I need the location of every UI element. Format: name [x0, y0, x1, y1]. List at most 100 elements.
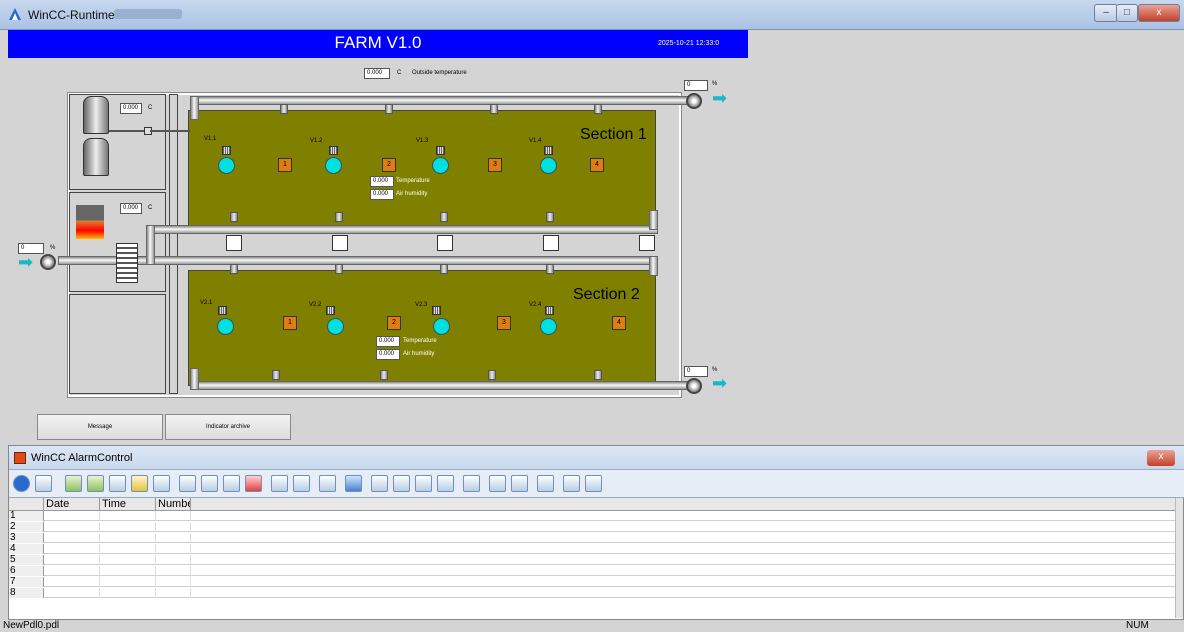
config-dialog-icon[interactable]	[35, 475, 52, 492]
help-icon[interactable]	[13, 475, 30, 492]
valve-label: V1.1	[204, 136, 217, 142]
single-ack-icon[interactable]	[179, 475, 196, 492]
tank-pipe	[150, 130, 190, 132]
mid-pipe-upper	[146, 225, 658, 234]
valve-icon[interactable]	[218, 306, 227, 315]
long-term-archive-icon[interactable]	[109, 475, 126, 492]
lock-icon[interactable]	[537, 475, 554, 492]
zone-number[interactable]: 2	[387, 316, 401, 330]
close-button[interactable]: x	[1138, 4, 1180, 22]
zone-number[interactable]: 3	[488, 158, 502, 172]
message-list-icon[interactable]	[65, 475, 82, 492]
damper-3[interactable]	[437, 235, 453, 251]
zone-number[interactable]: 2	[382, 158, 396, 172]
comment-icon[interactable]	[489, 475, 506, 492]
table-row[interactable]: 4	[9, 544, 1177, 554]
section-1-temperature-field[interactable]: 0.000	[370, 176, 394, 187]
short-term-archive-icon[interactable]	[87, 475, 104, 492]
message-button[interactable]: Message	[37, 414, 163, 440]
valve-icon[interactable]	[326, 306, 335, 315]
valve-icon[interactable]	[329, 146, 338, 155]
section-2-temperature-field[interactable]: 0.000	[376, 336, 400, 347]
pipe-stub	[385, 104, 393, 114]
sprinkler-lamp	[432, 157, 449, 174]
section-2-temperature-label: Temperature	[403, 338, 437, 344]
outside-temp-field[interactable]: 0.000	[364, 68, 390, 79]
loop-in-alarm-icon[interactable]	[511, 475, 528, 492]
table-row[interactable]: 8	[9, 588, 1177, 598]
last-message-icon[interactable]	[437, 475, 454, 492]
vertical-scrollbar[interactable]	[1175, 498, 1183, 618]
alarm-title: WinCC AlarmControl	[31, 452, 133, 464]
display-options-icon[interactable]	[293, 475, 310, 492]
zone-number[interactable]: 1	[278, 158, 292, 172]
lock-list-icon[interactable]	[131, 475, 148, 492]
print-icon[interactable]	[319, 475, 336, 492]
valve-icon[interactable]	[432, 306, 441, 315]
valve-icon[interactable]	[436, 146, 445, 155]
valve-icon[interactable]	[222, 146, 231, 155]
damper-2[interactable]	[332, 235, 348, 251]
pipe-riser	[190, 96, 199, 120]
zone-number[interactable]: 1	[283, 316, 297, 330]
column-header-blank	[191, 498, 1177, 511]
damper-4[interactable]	[543, 235, 559, 251]
table-row[interactable]: 6	[9, 566, 1177, 576]
status-num-lock: NUM	[1126, 620, 1149, 631]
valve-label: V2.4	[529, 302, 542, 308]
exhaust-fan-1-field[interactable]: 0	[684, 80, 708, 91]
table-row[interactable]: 3	[9, 533, 1177, 543]
sort-icon[interactable]	[345, 475, 362, 492]
next-message-icon[interactable]	[415, 475, 432, 492]
inlet-fan-icon[interactable]	[40, 254, 56, 270]
heater-temp-field[interactable]: 0.000	[120, 203, 142, 214]
column-header-date[interactable]: Date	[44, 498, 100, 511]
emergency-ack-icon[interactable]	[245, 475, 262, 492]
damper-5[interactable]	[639, 235, 655, 251]
exhaust-fan-2-icon[interactable]	[686, 378, 702, 394]
section-2-humidity-field[interactable]: 0.000	[376, 349, 400, 360]
maximize-button[interactable]: □	[1116, 4, 1138, 22]
row-number: 2	[9, 522, 44, 532]
section-1-humidity-field[interactable]: 0.000	[370, 189, 394, 200]
damper-1[interactable]	[226, 235, 242, 251]
pipe-riser	[190, 368, 199, 390]
autoscroll-icon[interactable]	[223, 475, 240, 492]
row-number: 1	[9, 511, 44, 521]
water-tank-2[interactable]	[83, 138, 109, 176]
exhaust-fan-2-field[interactable]: 0	[684, 366, 708, 377]
table-row[interactable]: 5	[9, 555, 1177, 565]
selection-dialog-icon[interactable]	[271, 475, 288, 492]
pipe-stub	[440, 212, 448, 222]
table-row[interactable]: 2	[9, 522, 1177, 532]
exhaust-fan-1-icon[interactable]	[686, 93, 702, 109]
sort-dialog-icon[interactable]	[563, 475, 580, 492]
app-header: FARM V1.0 2025-10-21 12:33:0	[8, 30, 748, 58]
info-text-icon[interactable]	[463, 475, 480, 492]
time-base-icon[interactable]	[585, 475, 602, 492]
minimize-button[interactable]: –	[1094, 4, 1118, 22]
alarm-close-button[interactable]: x	[1147, 450, 1175, 466]
zone-number[interactable]: 4	[590, 158, 604, 172]
previous-message-icon[interactable]	[393, 475, 410, 492]
row-number: 6	[9, 566, 44, 576]
boiler-flame-icon[interactable]	[76, 205, 104, 239]
outside-temp-label: Outside temperature	[412, 70, 467, 76]
zone-number[interactable]: 3	[497, 316, 511, 330]
table-row[interactable]: 7	[9, 577, 1177, 587]
column-header-time[interactable]: Time	[100, 498, 156, 511]
first-message-icon[interactable]	[371, 475, 388, 492]
zone-number[interactable]: 4	[612, 316, 626, 330]
hit-list-icon[interactable]	[153, 475, 170, 492]
alarm-control-window: WinCC AlarmControl x Date Time Numbe 1 2…	[8, 445, 1184, 620]
pipe-stub	[230, 212, 238, 222]
table-row[interactable]: 1	[9, 511, 1177, 521]
tank-temp-field[interactable]: 0.000	[120, 103, 142, 114]
water-tank-1[interactable]	[83, 96, 109, 134]
inlet-arrow-icon: ➡	[18, 252, 34, 272]
valve-icon[interactable]	[545, 306, 554, 315]
valve-icon[interactable]	[544, 146, 553, 155]
group-ack-icon[interactable]	[201, 475, 218, 492]
indicator-archive-button[interactable]: Indicator archive	[165, 414, 291, 440]
column-header-number[interactable]: Numbe	[156, 498, 191, 511]
